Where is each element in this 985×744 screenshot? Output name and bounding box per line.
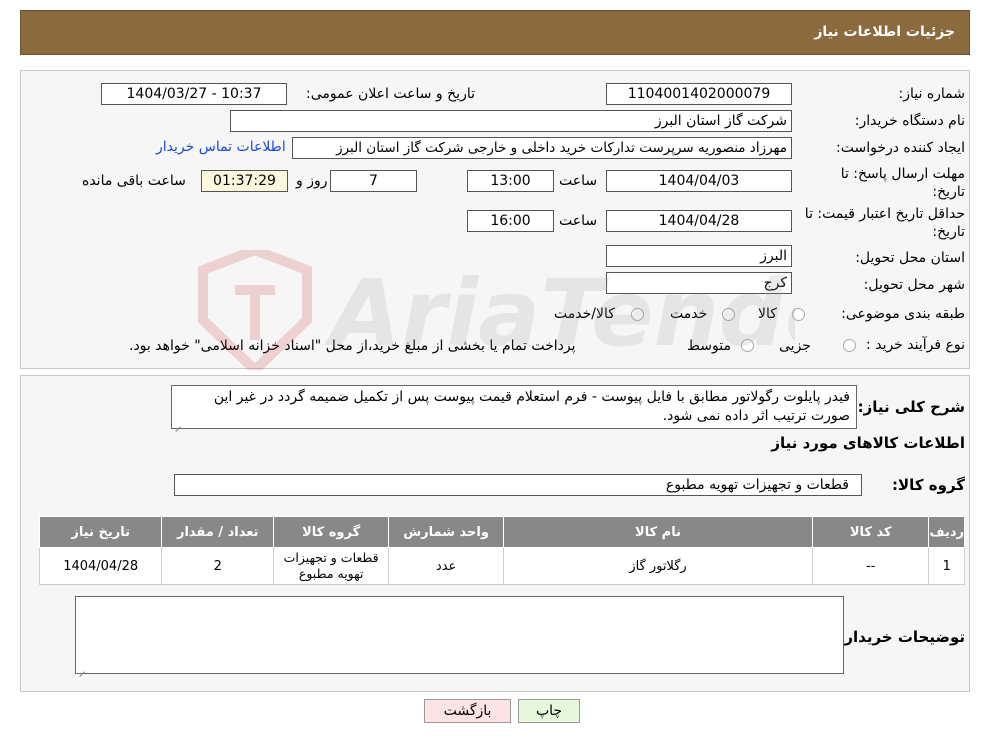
cell-group: قطعات و تجهیزات تهویه مطبوع: [273, 547, 390, 585]
days-label: روز و: [296, 173, 328, 189]
goods-table: ردیف کد کالا نام کالا واحد شمارش گروه کا…: [38, 516, 965, 585]
cell-qty: 2: [161, 547, 275, 585]
goods-group-label: گروه کالا:: [892, 476, 965, 494]
summary-resize-handle[interactable]: [174, 420, 181, 427]
deadline-date-field: 1404/04/03: [606, 170, 792, 192]
print-button[interactable]: چاپ: [518, 699, 580, 723]
validity-date-field: 1404/04/28: [606, 210, 792, 232]
col-row-header: ردیف: [928, 516, 965, 548]
announce-field: 1404/03/27 - 10:37: [101, 83, 287, 105]
summary-label: شرح کلی نیاز:: [857, 398, 965, 416]
province-label: استان محل تحویل:: [855, 250, 965, 266]
validity-time-label: ساعت: [559, 213, 598, 229]
days-field: 7: [330, 170, 417, 192]
col-name-header: نام کالا: [503, 516, 813, 548]
category-option-service: خدمت: [670, 306, 708, 322]
creator-label: ایجاد کننده درخواست:: [836, 140, 965, 156]
goods-table-header-row: ردیف کد کالا نام کالا واحد شمارش گروه کا…: [38, 516, 965, 548]
buyer-org-field: شرکت گاز استان البرز: [230, 110, 792, 132]
buyer-org-label: نام دستگاه خریدار:: [854, 113, 965, 129]
cell-row: 1: [928, 547, 965, 585]
deadline-time-label: ساعت: [559, 173, 598, 189]
goods-group-field: قطعات و تجهیزات تهویه مطبوع: [174, 474, 862, 496]
announce-label: تاریخ و ساعت اعلان عمومی:: [306, 86, 475, 102]
validity-label-line2: تاریخ:: [932, 224, 965, 240]
col-date-header: تاریخ نیاز: [38, 516, 163, 548]
summary-textarea[interactable]: فیدر پایلوت رگولاتور مطابق با فایل پیوست…: [171, 385, 857, 429]
process-option-medium: متوسط: [687, 338, 731, 354]
cell-code: --: [811, 547, 930, 585]
process-radio-minor[interactable]: [843, 339, 856, 352]
page-title: جزئیات اطلاعات نیاز: [814, 24, 955, 40]
need-number-label: شماره نیاز:: [898, 86, 966, 102]
buyer-notes-label: توضیحات خریدار:: [838, 628, 965, 646]
remaining-label: ساعت باقی مانده: [82, 173, 186, 189]
col-unit-header: واحد شمارش: [388, 516, 505, 548]
city-field: کرج: [606, 272, 792, 294]
need-number-field: 1104001402000079: [606, 83, 792, 105]
table-row: 1 -- رگلاتور گاز عدد قطعات و تجهیزات تهو…: [38, 547, 965, 585]
deadline-label-line1: مهلت ارسال پاسخ: تا: [840, 166, 965, 182]
deadline-time-field: 13:00: [467, 170, 554, 192]
cell-unit: عدد: [388, 547, 505, 585]
validity-time-field: 16:00: [467, 210, 554, 232]
process-option-minor: جزیی: [779, 338, 811, 354]
cell-date: 1404/04/28: [38, 547, 163, 585]
col-group-header: گروه کالا: [273, 516, 390, 548]
deadline-label-line2: تاریخ:: [932, 184, 965, 200]
cell-name: رگلاتور گاز: [503, 547, 813, 585]
process-note: پرداخت تمام یا بخشی از مبلغ خرید،از محل …: [129, 338, 576, 354]
goods-info-title: اطلاعات کالاهای مورد نیاز: [771, 434, 965, 452]
city-label: شهر محل تحویل:: [863, 277, 965, 293]
summary-text: فیدر پایلوت رگولاتور مطابق با فایل پیوست…: [213, 389, 850, 424]
buyer-contact-link[interactable]: اطلاعات تماس خریدار: [156, 139, 286, 155]
category-radio-service[interactable]: [722, 308, 735, 321]
process-label: نوع فرآیند خرید :: [866, 337, 965, 353]
category-radio-goods[interactable]: [792, 308, 805, 321]
process-radio-medium[interactable]: [741, 339, 754, 352]
col-code-header: کد کالا: [811, 516, 930, 548]
page-header: جزئیات اطلاعات نیاز: [20, 10, 970, 55]
buyer-notes-resize-handle[interactable]: [78, 665, 85, 672]
validity-label-line1: حداقل تاریخ اعتبار قیمت: تا: [804, 206, 965, 222]
back-button[interactable]: بازگشت: [424, 699, 511, 723]
category-option-goods: کالا: [758, 306, 777, 322]
buyer-notes-textarea[interactable]: [75, 596, 844, 674]
category-option-goods-service: کالا/خدمت: [554, 306, 615, 322]
category-radio-goods-service[interactable]: [631, 308, 644, 321]
category-label: طبقه بندی موضوعی:: [841, 306, 965, 322]
remaining-time-field: 01:37:29: [201, 170, 288, 192]
col-qty-header: تعداد / مقدار: [161, 516, 275, 548]
creator-field: مهرزاد منصوریه سرپرست تدارکات خرید داخلی…: [292, 137, 792, 159]
province-field: البرز: [606, 245, 792, 267]
